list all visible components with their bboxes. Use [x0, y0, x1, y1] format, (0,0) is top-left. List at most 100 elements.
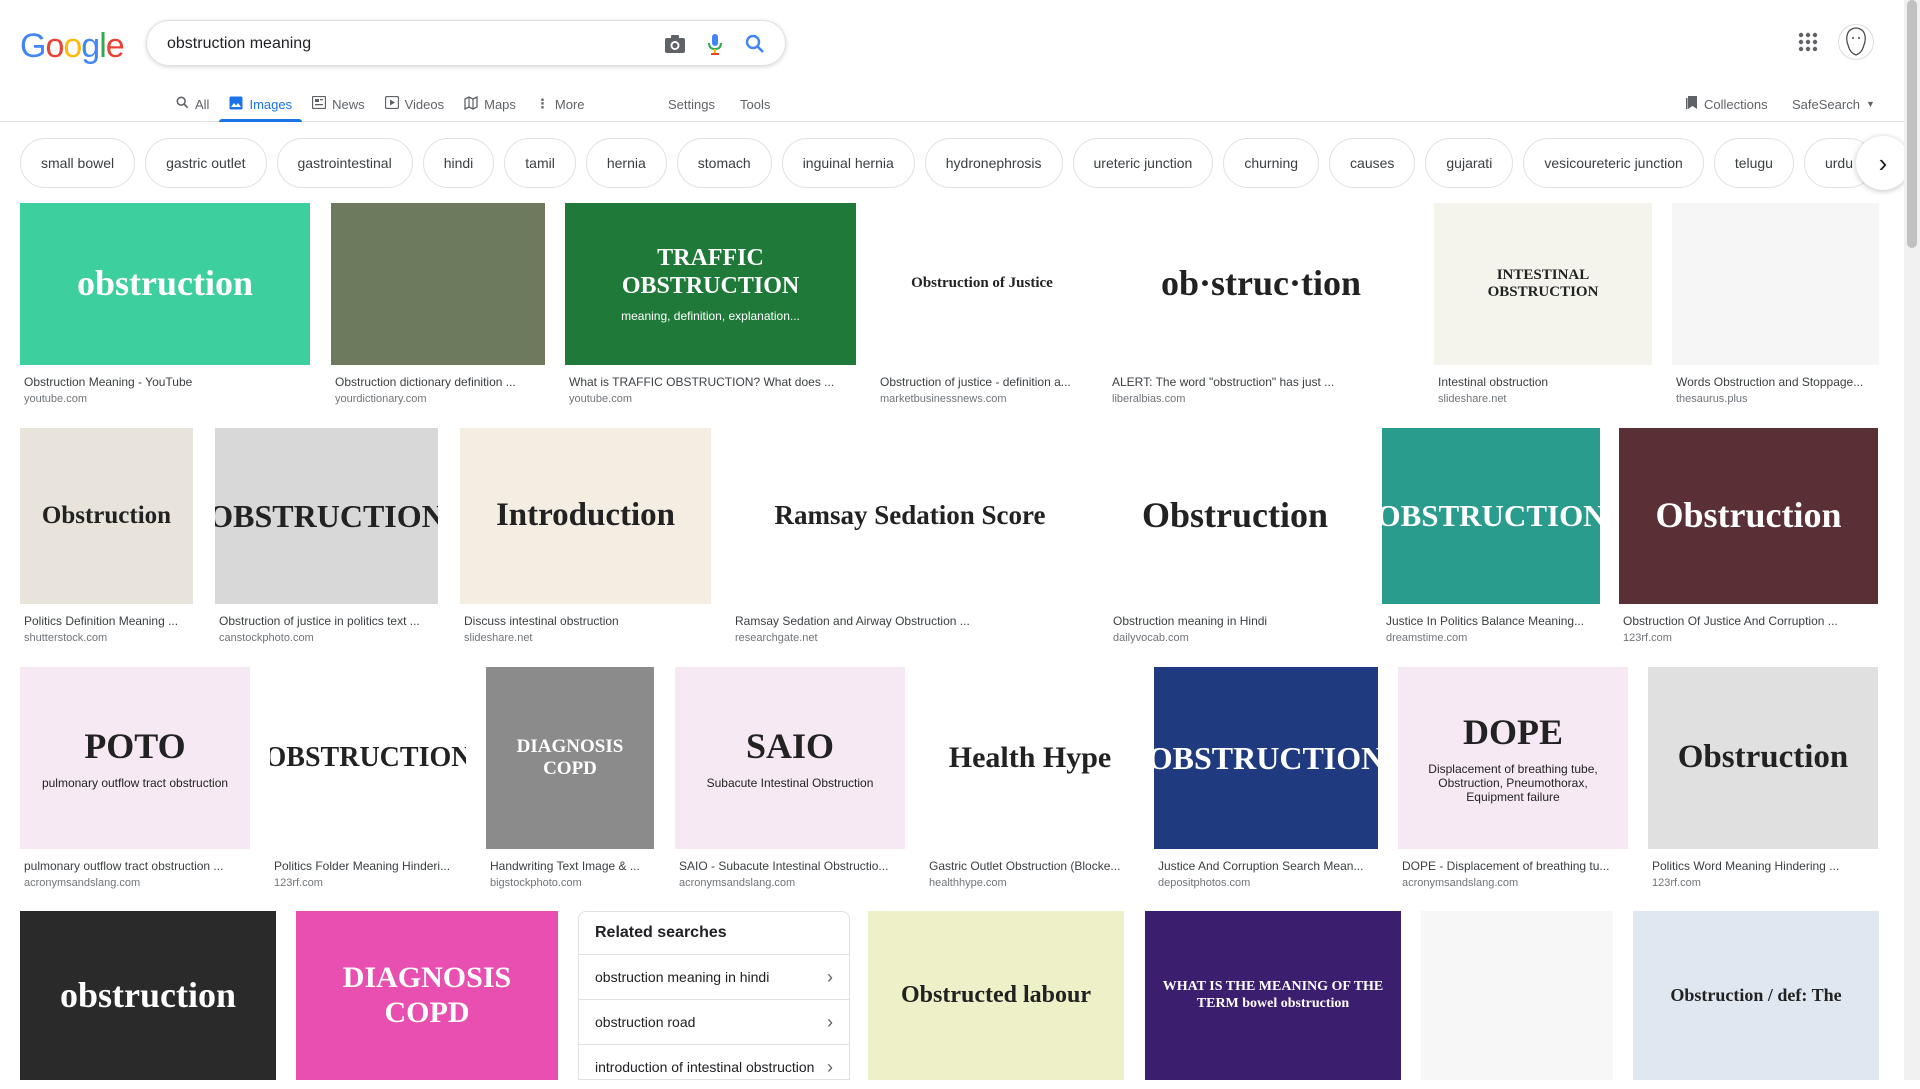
image-result-card[interactable]: POTO pulmonary outflow tract obstruction p…	[20, 667, 250, 895]
result-thumbnail[interactable]: Obstruction	[1619, 428, 1878, 604]
scrollbar-thumb[interactable]	[1907, 0, 1917, 248]
result-title[interactable]: Obstruction Of Justice And Corruption ..…	[1623, 614, 1874, 628]
result-title[interactable]: Discuss intestinal obstruction	[464, 614, 707, 628]
image-result-card[interactable]: Obstruction Obstruction meaning in Hindi d…	[1109, 428, 1361, 650]
tab-all[interactable]: All	[166, 86, 219, 122]
chip[interactable]: small bowel	[20, 138, 136, 188]
chip[interactable]: hydronephrosis	[924, 138, 1063, 188]
image-result-card[interactable]: Obstruction Politics Word Meaning Hinderi…	[1648, 667, 1878, 895]
result-thumbnail[interactable]: OBSTRUCTION	[270, 667, 466, 849]
tab-news[interactable]: News	[302, 86, 375, 122]
safesearch-dropdown[interactable]: SafeSearch ▼	[1792, 86, 1875, 122]
image-result-card[interactable]: obstruction Obstruction Meaning - YouTube…	[20, 203, 310, 411]
chip[interactable]: gujarati	[1425, 138, 1514, 188]
result-thumbnail[interactable]: DOPE Displacement of breathing tube, Obst…	[1398, 667, 1628, 849]
result-thumbnail[interactable]: Introduction	[460, 428, 711, 604]
result-title[interactable]: Ramsay Sedation and Airway Obstruction .…	[735, 614, 1085, 628]
chip[interactable]: hernia	[585, 138, 667, 188]
image-result-card[interactable]: ob·struc·tion ALERT: The word "obstructio…	[1108, 203, 1414, 411]
image-result-card[interactable]: Obstructed labour	[868, 911, 1124, 1080]
result-title[interactable]: SAIO - Subacute Intestinal Obstructio...	[679, 859, 901, 873]
image-result-card[interactable]: WHAT IS THE MEANING OF THE TERM bowel ob…	[1145, 911, 1401, 1080]
chip[interactable]: stomach	[676, 138, 772, 188]
result-thumbnail[interactable]: ob·struc·tion	[1108, 203, 1414, 365]
image-result-card[interactable]: Obstruction of Justice Obstruction of jus…	[876, 203, 1088, 411]
result-thumbnail[interactable]: DIAGNOSIS COPD	[296, 911, 558, 1080]
result-title[interactable]: Justice In Politics Balance Meaning...	[1386, 614, 1596, 628]
result-thumbnail[interactable]: INTESTINAL OBSTRUCTION	[1434, 203, 1652, 365]
result-thumbnail[interactable]: Obstruction	[1109, 428, 1361, 604]
result-thumbnail[interactable]	[1672, 203, 1879, 365]
result-thumbnail[interactable]	[331, 203, 545, 365]
chip[interactable]: gastric outlet	[145, 138, 267, 188]
result-thumbnail[interactable]: WHAT IS THE MEANING OF THE TERM bowel ob…	[1145, 911, 1401, 1080]
result-thumbnail[interactable]: obstruction	[20, 203, 310, 365]
result-title[interactable]: Words Obstruction and Stoppage...	[1676, 375, 1875, 389]
image-result-card[interactable]: OBSTRUCTION Justice And Corruption Search…	[1154, 667, 1378, 895]
tools-link[interactable]: Tools	[740, 86, 770, 122]
result-title[interactable]: Politics Word Meaning Hindering ...	[1652, 859, 1874, 873]
result-thumbnail[interactable]: OBSTRUCTION	[1382, 428, 1600, 604]
google-logo[interactable]: Google	[20, 27, 125, 66]
tab-more[interactable]: ⋮ More	[526, 86, 595, 122]
tab-maps[interactable]: Maps	[454, 86, 526, 122]
result-thumbnail[interactable]: Obstruction	[20, 428, 193, 604]
tab-images[interactable]: Images	[219, 86, 302, 122]
result-title[interactable]: What is TRAFFIC OBSTRUCTION? What does .…	[569, 375, 852, 389]
result-thumbnail[interactable]: Obstruction / def: The	[1633, 911, 1879, 1080]
result-title[interactable]: ALERT: The word "obstruction" has just .…	[1112, 375, 1410, 389]
search-input[interactable]	[167, 32, 647, 56]
google-apps-icon[interactable]	[1796, 30, 1820, 54]
related-search-item[interactable]: obstruction road ›	[579, 999, 849, 1044]
result-title[interactable]: Intestinal obstruction	[1438, 375, 1648, 389]
result-thumbnail[interactable]: Obstructed labour	[868, 911, 1124, 1080]
result-title[interactable]: Obstruction meaning in Hindi	[1113, 614, 1357, 628]
image-result-card[interactable]: Introduction Discuss intestinal obstructi…	[460, 428, 711, 650]
image-result-card[interactable]: OBSTRUCTION Obstruction of justice in pol…	[215, 428, 438, 650]
image-result-card[interactable]: OBSTRUCTION Politics Folder Meaning Hinde…	[270, 667, 466, 895]
image-result-card[interactable]: TRAFFIC OBSTRUCTION meaning, definition, …	[565, 203, 856, 411]
result-title[interactable]: Politics Definition Meaning ...	[24, 614, 189, 628]
image-result-card[interactable]: Ramsay Sedation Score Ramsay Sedation and…	[731, 428, 1089, 650]
result-thumbnail[interactable]: OBSTRUCTION	[1154, 667, 1378, 849]
camera-icon[interactable]	[663, 32, 687, 56]
chip[interactable]: vesicoureteric junction	[1523, 138, 1704, 188]
result-title[interactable]: Politics Folder Meaning Hinderi...	[274, 859, 462, 873]
image-result-card[interactable]: OBSTRUCTION Justice In Politics Balance M…	[1382, 428, 1600, 650]
result-thumbnail[interactable]	[1421, 911, 1613, 1080]
result-title[interactable]: Obstruction dictionary definition ...	[335, 375, 541, 389]
result-thumbnail[interactable]: DIAGNOSIS COPD	[486, 667, 654, 849]
image-result-card[interactable]	[1421, 911, 1613, 1080]
chip[interactable]: telugu	[1713, 138, 1794, 188]
result-title[interactable]: Obstruction Meaning - YouTube	[24, 375, 306, 389]
result-thumbnail[interactable]: SAIO Subacute Intestinal Obstruction	[675, 667, 905, 849]
result-thumbnail[interactable]: obstruction	[20, 911, 276, 1080]
image-result-card[interactable]: DIAGNOSIS COPD Handwriting Text Image & .…	[486, 667, 654, 895]
image-result-card[interactable]: INTESTINAL OBSTRUCTION Intestinal obstruc…	[1434, 203, 1652, 411]
result-title[interactable]: Gastric Outlet Obstruction (Blocke...	[929, 859, 1131, 873]
image-result-card[interactable]: DIAGNOSIS COPD	[296, 911, 558, 1080]
chip[interactable]: ureteric junction	[1072, 138, 1214, 188]
result-thumbnail[interactable]: TRAFFIC OBSTRUCTION meaning, definition, …	[565, 203, 856, 365]
image-result-card[interactable]: Obstruction Obstruction Of Justice And Co…	[1619, 428, 1878, 650]
result-title[interactable]: Justice And Corruption Search Mean...	[1158, 859, 1374, 873]
result-thumbnail[interactable]: Obstruction of Justice	[876, 203, 1088, 365]
page-scrollbar[interactable]	[1904, 0, 1920, 1080]
chip[interactable]: gastrointestinal	[276, 138, 413, 188]
chip[interactable]: tamil	[504, 138, 576, 188]
microphone-icon[interactable]	[703, 32, 727, 56]
result-title[interactable]: pulmonary outflow tract obstruction ...	[24, 859, 246, 873]
result-title[interactable]: Obstruction of justice in politics text …	[219, 614, 434, 628]
search-icon[interactable]	[743, 32, 767, 56]
chips-next-button[interactable]: ›	[1856, 136, 1910, 190]
chip[interactable]: causes	[1329, 138, 1416, 188]
chip[interactable]: inguinal hernia	[781, 138, 915, 188]
settings-link[interactable]: Settings	[668, 86, 715, 122]
result-title[interactable]: Obstruction of justice - definition a...	[880, 375, 1084, 389]
result-title[interactable]: Handwriting Text Image & ...	[490, 859, 650, 873]
image-result-card[interactable]: Health Hype Gastric Outlet Obstruction (B…	[925, 667, 1135, 895]
image-result-card[interactable]: Obstruction Politics Definition Meaning .…	[20, 428, 193, 650]
image-result-card[interactable]: Obstruction dictionary definition ... you…	[331, 203, 545, 411]
result-thumbnail[interactable]: Health Hype	[925, 667, 1135, 849]
image-result-card[interactable]: obstruction	[20, 911, 276, 1080]
